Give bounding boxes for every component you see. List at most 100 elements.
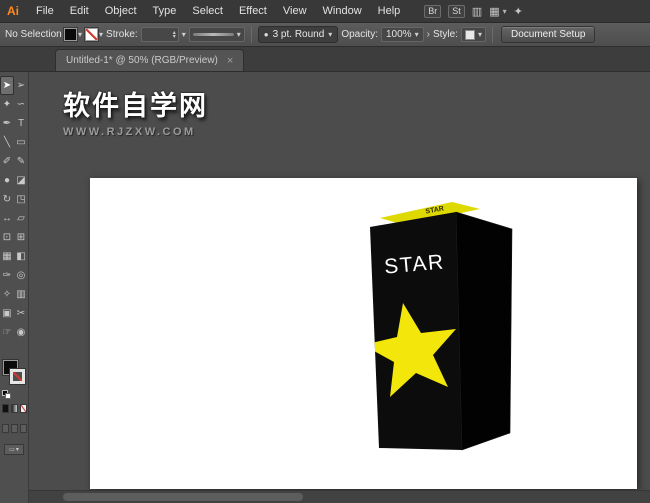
gradient-tool[interactable]: ◧ — [14, 247, 28, 266]
stroke-label: Stroke: — [106, 29, 138, 40]
bridge-button[interactable]: Br — [424, 4, 442, 18]
width-profile-preview — [192, 33, 234, 36]
shape-builder-tool[interactable]: ⊡ — [0, 228, 14, 247]
chevron-down-icon[interactable]: ▾ — [78, 30, 82, 39]
brush-preview-icon: ● — [263, 30, 269, 39]
opacity-flyout-icon[interactable]: › — [427, 29, 430, 40]
gpu-performance-icon[interactable]: ▥ — [472, 5, 482, 18]
default-stroke-icon — [5, 393, 11, 399]
stroke-weight-stepper[interactable]: ▴ ▾ — [140, 27, 179, 42]
stock-button[interactable]: St — [448, 4, 465, 18]
mesh-tool[interactable]: ▦ — [0, 247, 14, 266]
hand-tool[interactable]: ☞ — [0, 323, 14, 342]
box-artwork[interactable]: STAR STAR — [355, 195, 525, 460]
menu-edit[interactable]: Edit — [62, 0, 97, 22]
eyedropper-tool[interactable]: ✑ — [0, 266, 14, 285]
menu-help[interactable]: Help — [370, 0, 409, 22]
slice-tool[interactable]: ✂ — [14, 304, 28, 323]
width-tool[interactable]: ↔ — [0, 209, 14, 228]
illustrator-logo: Ai — [7, 4, 19, 18]
pencil-tool[interactable]: ✎ — [14, 152, 28, 171]
blob-brush-tool[interactable]: ● — [0, 171, 14, 190]
paintbrush-tool[interactable]: ✐ — [0, 152, 14, 171]
pen-tool[interactable]: ✒ — [0, 114, 14, 133]
arrange-documents-icon[interactable]: ▦ — [489, 5, 499, 18]
chevron-down-icon[interactable]: ▾ — [415, 30, 419, 39]
draw-behind-button[interactable] — [11, 424, 18, 433]
column-graph-tool[interactable]: ▥ — [14, 285, 28, 304]
fill-color-control[interactable]: ▾ — [64, 28, 82, 41]
style-dropdown[interactable]: ▾ — [460, 27, 486, 42]
width-profile-dropdown[interactable]: ▾ — [188, 27, 245, 42]
default-colors-icon[interactable] — [2, 390, 12, 399]
menu-view[interactable]: View — [275, 0, 315, 22]
menu-file[interactable]: File — [28, 0, 62, 22]
main-area: ➤ ➢ ✦ ∽ ✒ T ╲ ▭ ✐ ✎ ● ◪ ↻ ◳ ↔ ▱ ⊡ ⊞ ▦ ◧ ✑ ◎ ✧ ▥ ▣ ✂ ☞ ◉ ▭ ▾ — [0, 72, 650, 503]
chevron-down-icon[interactable]: ▾ — [478, 30, 482, 39]
eraser-tool[interactable]: ◪ — [14, 171, 28, 190]
tool-grid: ➤ ➢ ✦ ∽ ✒ T ╲ ▭ ✐ ✎ ● ◪ ↻ ◳ ↔ ▱ ⊡ ⊞ ▦ ◧ ✑ ◎ ✧ ▥ ▣ ✂ ☞ ◉ — [0, 72, 28, 342]
color-button[interactable] — [2, 404, 9, 413]
fill-color-swatch[interactable] — [64, 28, 77, 41]
free-transform-tool[interactable]: ▱ — [14, 209, 28, 228]
tab-strip: Untitled-1* @ 50% (RGB/Preview) × — [0, 47, 650, 72]
menu-bar: Ai File Edit Object Type Select Effect V… — [0, 0, 650, 23]
menu-window[interactable]: Window — [315, 0, 370, 22]
stroke-color-control[interactable]: ▾ — [85, 28, 103, 41]
lasso-tool[interactable]: ∽ — [14, 95, 28, 114]
chevron-down-icon: ▾ — [15, 447, 19, 453]
document-setup-button[interactable]: Document Setup — [500, 26, 596, 43]
spinner-icons[interactable]: ▴ ▾ — [173, 30, 176, 40]
type-tool[interactable]: T — [14, 114, 28, 133]
opacity-dropdown[interactable]: 100% ▾ — [381, 27, 424, 42]
canvas[interactable]: STAR STAR 软件自学网 WWW.RJZXW.COM — [29, 72, 650, 503]
workspace-icon[interactable]: ✦ — [514, 5, 523, 18]
rectangle-tool[interactable]: ▭ — [14, 133, 28, 152]
artboard-tool[interactable]: ▣ — [0, 304, 14, 323]
chevron-down-icon[interactable]: ▾ — [237, 30, 241, 39]
selection-tool[interactable]: ➤ — [0, 76, 14, 95]
color-mode-row — [1, 404, 28, 413]
screen-mode-icon: ▭ — [9, 447, 15, 453]
symbol-sprayer-tool[interactable]: ✧ — [0, 285, 14, 304]
separator — [491, 26, 493, 43]
box-side-face — [455, 211, 513, 451]
chevron-down-icon[interactable]: ▾ — [99, 30, 103, 39]
brush-name: 3 pt. Round — [272, 29, 325, 40]
style-label: Style: — [432, 29, 458, 40]
magic-wand-tool[interactable]: ✦ — [0, 95, 14, 114]
chevron-down-icon[interactable]: ▾ — [503, 7, 507, 16]
none-button[interactable] — [20, 404, 27, 413]
style-swatch — [464, 29, 475, 40]
horizontal-scrollbar[interactable] — [29, 490, 650, 503]
line-segment-tool[interactable]: ╲ — [0, 133, 14, 152]
document-tab-title: Untitled-1* @ 50% (RGB/Preview) — [66, 55, 218, 66]
document-tab[interactable]: Untitled-1* @ 50% (RGB/Preview) × — [55, 49, 245, 71]
close-icon[interactable]: × — [227, 55, 233, 67]
perspective-grid-tool[interactable]: ⊞ — [14, 228, 28, 247]
stroke-color-swatch[interactable] — [85, 28, 99, 41]
direct-selection-tool[interactable]: ➢ — [14, 76, 28, 95]
zoom-tool[interactable]: ◉ — [14, 323, 28, 342]
menu-effect[interactable]: Effect — [231, 0, 275, 22]
gradient-button[interactable] — [11, 404, 18, 413]
draw-normal-button[interactable] — [2, 424, 9, 433]
control-bar: No Selection ▾ ▾ Stroke: ▴ ▾ ▾ ▾ ● 3 pt.… — [0, 23, 650, 47]
draw-inside-button[interactable] — [20, 424, 27, 433]
stroke-color-swatch[interactable] — [10, 369, 25, 384]
fill-stroke-block: ▭ ▾ — [0, 360, 28, 500]
menu-right-group: Br St ▥ ▦ ▾ ✦ — [424, 4, 523, 18]
spin-down-icon[interactable]: ▾ — [173, 34, 176, 40]
menu-type[interactable]: Type — [145, 0, 185, 22]
rotate-tool[interactable]: ↻ — [0, 190, 14, 209]
menu-object[interactable]: Object — [97, 0, 145, 22]
scale-tool[interactable]: ◳ — [14, 190, 28, 209]
selection-status: No Selection — [5, 29, 62, 40]
chevron-down-icon[interactable]: ▾ — [328, 30, 332, 39]
scrollbar-thumb[interactable] — [63, 493, 303, 501]
chevron-down-icon[interactable]: ▾ — [182, 30, 186, 39]
brush-dropdown[interactable]: ● 3 pt. Round ▾ — [257, 26, 339, 43]
blend-tool[interactable]: ◎ — [14, 266, 28, 285]
screen-mode-button[interactable]: ▭ ▾ — [4, 444, 24, 455]
menu-select[interactable]: Select — [184, 0, 231, 22]
